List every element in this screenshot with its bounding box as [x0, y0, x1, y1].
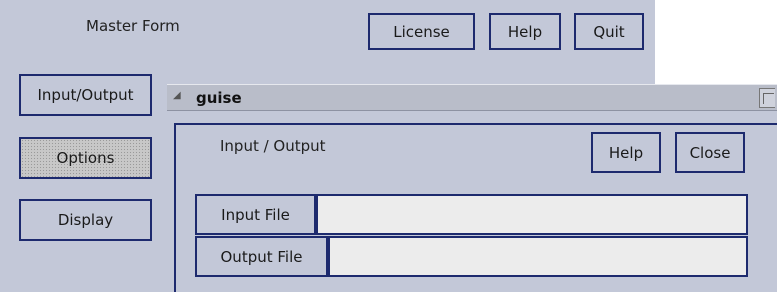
quit-button[interactable]: Quit [574, 13, 644, 50]
display-button[interactable]: Display [19, 199, 152, 241]
guise-window: ◢ guise Input / Output Help Close Input … [167, 84, 777, 292]
output-file-field[interactable] [328, 236, 748, 277]
guise-window-title: guise [196, 89, 242, 107]
input-output-button[interactable]: Input/Output [19, 74, 152, 116]
window-menu-icon[interactable]: ◢ [173, 90, 181, 101]
options-button[interactable]: Options [19, 137, 152, 179]
close-button[interactable]: Close [675, 132, 745, 173]
input-file-field[interactable] [316, 194, 748, 235]
panel-title: Input / Output [220, 137, 326, 155]
guise-titlebar[interactable]: ◢ guise [167, 84, 777, 111]
input-file-button[interactable]: Input File [195, 194, 316, 235]
panel-help-button[interactable]: Help [591, 132, 661, 173]
input-output-panel: Input / Output Help Close Input File Out… [174, 123, 777, 292]
license-button[interactable]: License [368, 13, 475, 50]
maximize-icon[interactable] [759, 88, 775, 108]
help-button[interactable]: Help [489, 13, 561, 50]
master-form-title: Master Form [86, 17, 180, 35]
output-file-button[interactable]: Output File [195, 236, 328, 277]
